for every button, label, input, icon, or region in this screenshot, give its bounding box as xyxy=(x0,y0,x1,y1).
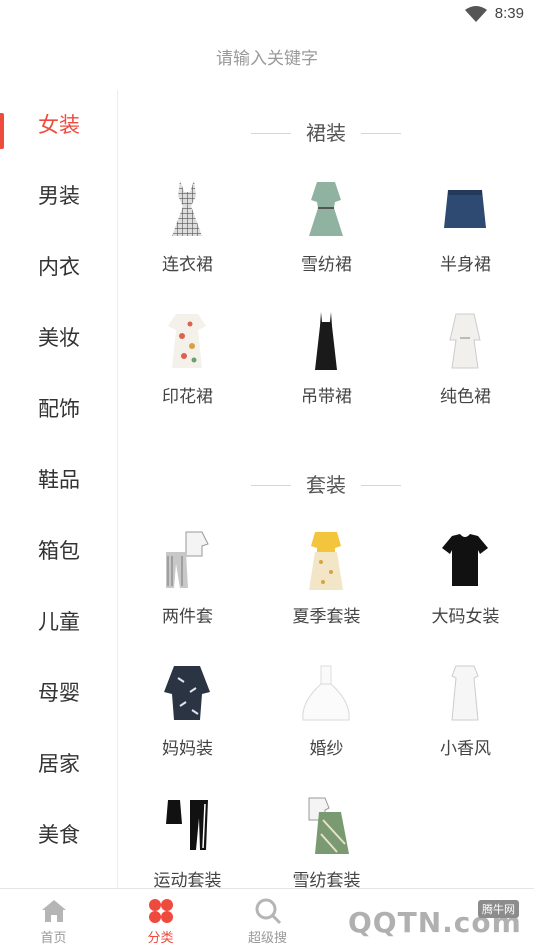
mom-wear-image xyxy=(164,666,210,720)
sidebar-item-home[interactable]: 居家 xyxy=(0,739,117,789)
divider xyxy=(251,485,291,486)
sidebar-item-bags[interactable]: 箱包 xyxy=(0,526,117,576)
status-bar: 8:39 xyxy=(0,0,534,30)
section-title-dresses: 裙装 xyxy=(118,118,534,148)
section-title-sets: 套装 xyxy=(118,470,534,500)
category-item[interactable]: 夏季套装 xyxy=(257,530,396,640)
category-sidebar: 女装 男装 内衣 美妆 配饰 鞋品 箱包 儿童 母婴 居家 美食 xyxy=(0,90,118,888)
category-item[interactable]: 纯色裙 xyxy=(396,310,534,420)
watermark: QQTN.com 腾牛网 xyxy=(328,898,528,946)
wedding-dress-image xyxy=(302,665,350,721)
sidebar-item-accessories[interactable]: 配饰 xyxy=(0,384,117,434)
tab-super-search[interactable]: 超级搜 xyxy=(214,889,321,950)
sidebar-item-shoes[interactable]: 鞋品 xyxy=(0,455,117,505)
sidebar-item-baby[interactable]: 母婴 xyxy=(0,668,117,718)
two-piece-set-image xyxy=(166,531,209,588)
category-item[interactable]: 婚纱 xyxy=(257,662,396,772)
category-label: 婚纱 xyxy=(309,739,344,759)
category-item[interactable]: 两件套 xyxy=(118,530,257,640)
chiffon-set-image xyxy=(308,797,349,854)
tab-category[interactable]: 分类 xyxy=(107,889,214,950)
category-content: 裙装 连衣裙 雪纺裙 半身裙 印花裙 吊带裙 纯色裙 套装 两件套 夏季套装 大… xyxy=(118,90,534,888)
category-label: 纯色裙 xyxy=(440,387,491,407)
category-item[interactable]: 妈妈装 xyxy=(118,662,257,772)
section-title-text: 套装 xyxy=(306,473,346,497)
category-item[interactable]: 印花裙 xyxy=(118,310,257,420)
sidebar-item-men[interactable]: 男装 xyxy=(0,171,117,221)
category-label: 两件套 xyxy=(162,607,213,627)
chiffon-dress-image xyxy=(309,182,343,236)
summer-set-image xyxy=(309,532,343,590)
category-label: 夏季套装 xyxy=(292,607,361,627)
search-input[interactable]: 请输入关键字 xyxy=(0,44,534,74)
sidebar-item-kids[interactable]: 儿童 xyxy=(0,597,117,647)
bottom-tab-bar: 首页 分类 超级搜 QQTN.com 腾牛网 xyxy=(0,888,534,950)
category-item[interactable]: 雪纺套装 xyxy=(257,794,396,888)
tab-label: 首页 xyxy=(40,931,67,946)
category-item[interactable]: 小香风 xyxy=(396,662,534,772)
denim-skirt-image xyxy=(444,190,486,228)
tab-home[interactable]: 首页 xyxy=(0,889,107,950)
section-title-text: 裙装 xyxy=(306,121,346,145)
category-label: 妈妈装 xyxy=(162,739,213,759)
solid-dress-image xyxy=(449,313,481,369)
plaid-dress-image xyxy=(172,180,202,236)
sidebar-item-food[interactable]: 美食 xyxy=(0,810,117,860)
wifi-icon xyxy=(465,6,487,22)
tab-label: 分类 xyxy=(147,931,174,946)
category-label: 吊带裙 xyxy=(301,387,352,407)
category-label: 雪纺套装 xyxy=(292,871,361,888)
sidebar-item-women[interactable]: 女装 xyxy=(0,100,117,150)
category-label: 小香风 xyxy=(440,739,491,759)
category-label: 印花裙 xyxy=(162,387,213,407)
category-label: 半身裙 xyxy=(440,255,491,275)
sidebar-item-underwear[interactable]: 内衣 xyxy=(0,242,117,292)
tab-label: 超级搜 xyxy=(247,931,287,946)
category-label: 大码女装 xyxy=(431,607,500,627)
tweed-dress-image xyxy=(451,665,479,721)
divider xyxy=(361,133,401,134)
category-item[interactable]: 大码女装 xyxy=(396,530,534,640)
divider xyxy=(361,485,401,486)
watermark-badge: 腾牛网 xyxy=(478,900,519,918)
divider xyxy=(251,133,291,134)
plus-size-top-image xyxy=(442,534,488,586)
slip-dress-image xyxy=(315,312,337,370)
category-label: 雪纺裙 xyxy=(301,255,352,275)
category-item[interactable]: 雪纺裙 xyxy=(257,178,396,288)
category-item[interactable]: 吊带裙 xyxy=(257,310,396,420)
search-icon xyxy=(255,898,282,925)
category-label: 连衣裙 xyxy=(162,255,213,275)
category-item[interactable]: 半身裙 xyxy=(396,178,534,288)
sidebar-item-beauty[interactable]: 美妆 xyxy=(0,313,117,363)
category-icon xyxy=(149,899,173,923)
printed-dress-image xyxy=(168,314,206,368)
clock: 8:39 xyxy=(494,5,524,22)
category-label: 运动套装 xyxy=(153,871,222,888)
category-item[interactable]: 运动套装 xyxy=(118,794,257,888)
home-icon xyxy=(42,900,66,922)
category-item[interactable]: 连衣裙 xyxy=(118,178,257,288)
sportswear-set-image xyxy=(166,800,208,850)
